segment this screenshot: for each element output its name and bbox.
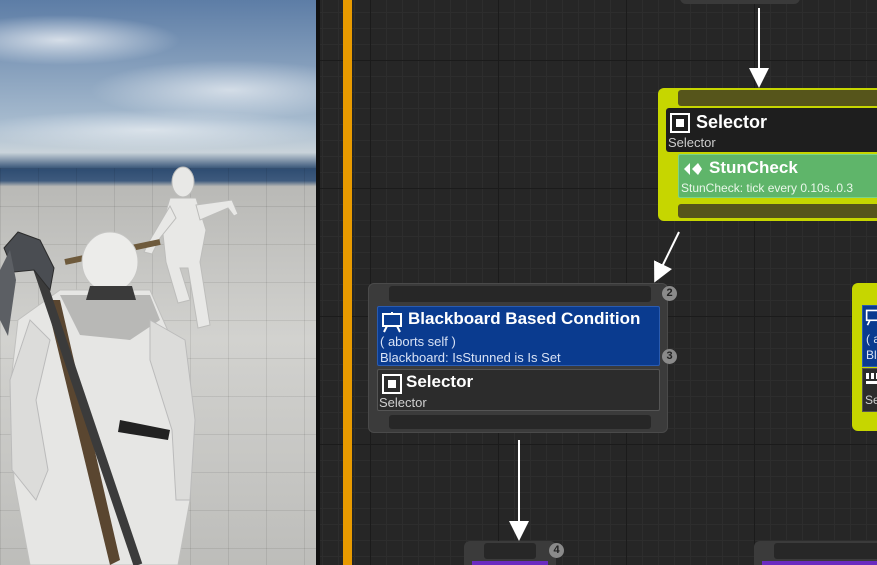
wire-selector-to-condition [654, 231, 680, 283]
child-task-strip [472, 561, 548, 565]
child-node-bottom[interactable] [464, 541, 556, 565]
task-icon [866, 373, 877, 384]
selector-output-pin[interactable] [678, 204, 877, 218]
condition-output-pin[interactable] [389, 415, 651, 429]
decorator-order-badge: 3 [662, 349, 677, 364]
right-task[interactable]: Se [862, 368, 877, 412]
characters [0, 166, 239, 565]
sibling-task-strip [762, 561, 877, 565]
selector-node-top[interactable]: Selector Selector StunCheck StunCheck: t… [658, 88, 877, 221]
selector-title: Selector [696, 112, 768, 132]
service-subtitle: StunCheck: tick every 0.10s..0.3 [681, 181, 854, 195]
composite-selector[interactable]: Selector Selector [377, 369, 660, 411]
service-stuncheck[interactable]: StunCheck StunCheck: tick every 0.10s..0… [678, 154, 877, 198]
decorator-blackboard-condition[interactable]: Blackboard Based Condition ( aborts self… [377, 306, 660, 366]
right-task-line: Se [865, 393, 877, 407]
right-decorator-line1: ( a [866, 332, 877, 346]
decorator-condition: Blackboard: IsStunned is Is Set [380, 350, 561, 365]
execution-order-badge: 2 [662, 286, 677, 301]
right-decorator-line2: Bl [866, 348, 877, 362]
viewport-focus-border [343, 0, 352, 565]
selector-icon [670, 113, 690, 133]
condition-selector-node[interactable]: 2 Blackboard Based Condition ( aborts se… [368, 283, 677, 433]
decorator-icon [382, 312, 402, 333]
selector-icon [382, 374, 402, 394]
decorator-icon [865, 309, 877, 326]
condition-input-pin[interactable] [389, 286, 651, 302]
sibling-node-bottom[interactable] [754, 541, 877, 565]
root-node-bottom[interactable] [680, 0, 800, 4]
decorator-abort-mode: ( aborts self ) [380, 334, 456, 349]
composite-selector-title: Selector [406, 372, 474, 391]
selector-input-pin[interactable] [678, 90, 877, 106]
game-viewport[interactable] [0, 0, 318, 565]
right-decorator[interactable]: ( a Bl [862, 305, 877, 367]
composite-selector-subtitle: Selector [379, 395, 427, 410]
service-title: StunCheck [709, 158, 798, 177]
right-selector-node[interactable]: ( a Bl Se [852, 283, 877, 431]
decorator-title: Blackboard Based Condition [408, 309, 641, 328]
behavior-tree-graph[interactable]: Selector Selector StunCheck StunCheck: t… [320, 0, 877, 565]
selector-subtitle: Selector [668, 135, 716, 150]
sibling-input-pin[interactable] [774, 543, 877, 559]
child-input-pin[interactable] [484, 543, 536, 559]
service-icon [684, 163, 702, 175]
child-order-badge: 4 [549, 543, 564, 558]
